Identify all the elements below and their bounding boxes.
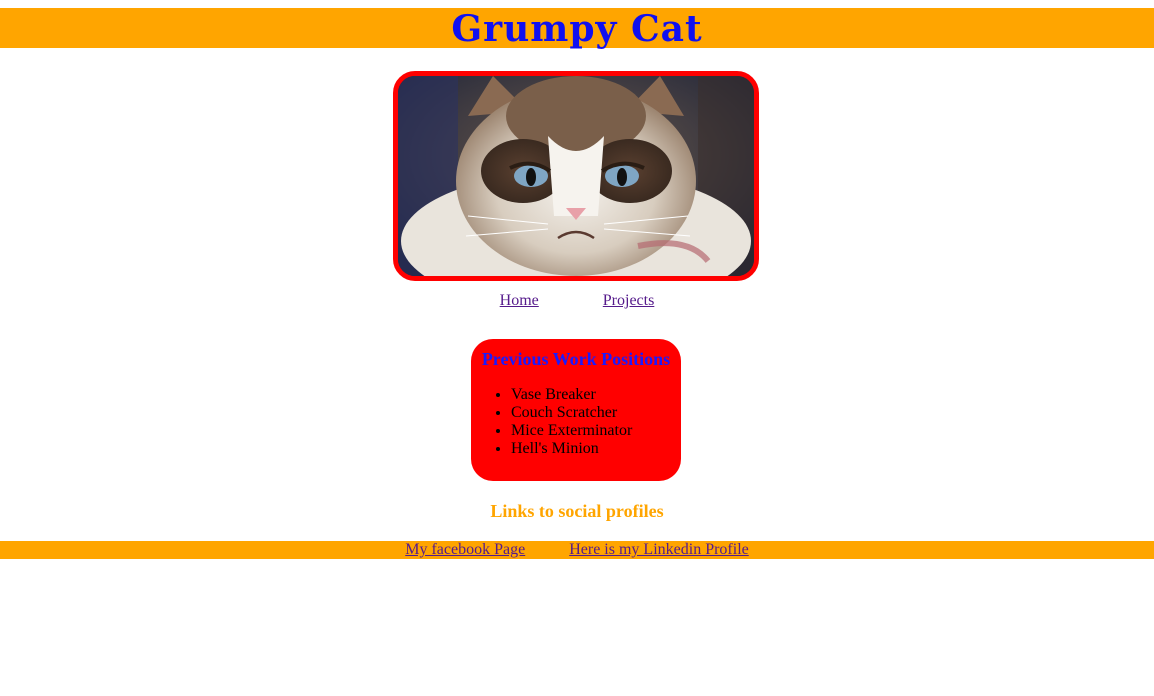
list-item: Hell's Minion (511, 440, 681, 458)
cat-photo (393, 71, 759, 281)
page-title: Grumpy Cat (451, 8, 703, 50)
work-positions-heading: Previous Work Positions (481, 349, 671, 369)
facebook-link[interactable]: My facebook Page (405, 541, 525, 558)
social-heading: Links to social profiles (490, 501, 664, 521)
header-banner: Grumpy Cat (0, 8, 1154, 50)
nav-link-projects[interactable]: Projects (603, 292, 655, 309)
footer-social-links: My facebook Page Here is my Linkedin Pro… (0, 541, 1154, 559)
list-item: Couch Scratcher (511, 404, 681, 422)
linkedin-link[interactable]: Here is my Linkedin Profile (569, 541, 749, 558)
work-positions-list: Vase Breaker Couch Scratcher Mice Exterm… (471, 386, 681, 458)
nav-link-home[interactable]: Home (500, 292, 539, 309)
main-nav: Home Projects (0, 292, 1154, 310)
list-item: Mice Exterminator (511, 422, 681, 440)
list-item: Vase Breaker (511, 386, 681, 404)
cat-photo-illustration (398, 76, 754, 276)
work-positions-box: Previous Work Positions Vase Breaker Cou… (471, 339, 681, 481)
